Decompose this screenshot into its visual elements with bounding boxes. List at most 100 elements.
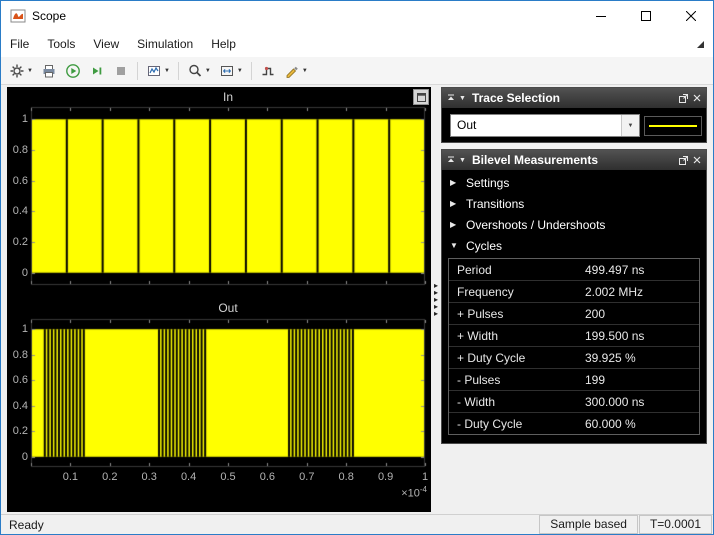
menu-tools[interactable]: Tools xyxy=(38,31,84,57)
table-row: - Width300.000 ns xyxy=(449,391,699,413)
trace-select-dropdown[interactable]: Out ▼ xyxy=(450,114,640,137)
panel-minimize-icon[interactable] xyxy=(447,94,455,102)
measurement-value: 499.497 ns xyxy=(585,263,699,277)
scope-plot-canvas[interactable] xyxy=(7,87,431,512)
measurement-value: 199.500 ns xyxy=(585,329,699,343)
section-cycles[interactable]: ▼ Cycles xyxy=(442,235,706,256)
stop-button[interactable] xyxy=(110,60,132,82)
menu-bar: File Tools View Simulation Help xyxy=(1,31,713,57)
measurement-label: Period xyxy=(449,263,585,277)
measurement-value: 300.000 ns xyxy=(585,395,699,409)
measurement-label: + Width xyxy=(449,329,585,343)
panel-undock-icon[interactable] xyxy=(679,94,688,103)
sim-time-indicator: T=0.0001 xyxy=(639,515,712,534)
trace-selection-header[interactable]: ▼ Trace Selection xyxy=(442,88,706,108)
x-mult-base: ×10 xyxy=(401,488,420,500)
scope-display: In Out 10.80.60.40.2010.80.60.40.200.10.… xyxy=(7,87,431,512)
minimize-button[interactable] xyxy=(578,1,623,31)
maximize-button[interactable] xyxy=(623,1,668,31)
splitter-arrow-icon: ▸ xyxy=(434,310,438,317)
caret-down-icon: ▼ xyxy=(302,68,308,74)
section-overshoots[interactable]: ▶ Overshoots / Undershoots xyxy=(442,214,706,235)
table-row: - Pulses199 xyxy=(449,369,699,391)
chevron-right-icon: ▶ xyxy=(450,220,459,229)
caret-down-icon: ▼ xyxy=(205,68,211,74)
panel-collapse-icon[interactable]: ▼ xyxy=(459,157,466,164)
scope-settings-button[interactable]: ▼ xyxy=(6,60,36,82)
section-label: Settings xyxy=(466,176,509,190)
plot-title-out: Out xyxy=(31,301,425,315)
table-row: Period499.497 ns xyxy=(449,259,699,281)
menu-view[interactable]: View xyxy=(84,31,128,57)
caret-down-icon: ▼ xyxy=(27,68,33,74)
zoom-button[interactable]: ▼ xyxy=(184,60,214,82)
table-row: Frequency2.002 MHz xyxy=(449,281,699,303)
measurement-value: 200 xyxy=(585,307,699,321)
panel-minimize-icon[interactable] xyxy=(447,156,455,164)
side-panels: ▼ Trace Selection Out ▼ xyxy=(441,87,707,450)
measurement-label: - Pulses xyxy=(449,373,585,387)
section-transitions[interactable]: ▶ Transitions xyxy=(442,193,706,214)
signal-display-button[interactable]: ▼ xyxy=(143,60,173,82)
trace-style-preview[interactable] xyxy=(644,116,702,136)
step-forward-button[interactable] xyxy=(86,60,108,82)
maximize-axes-button[interactable] xyxy=(413,89,429,105)
run-button[interactable] xyxy=(62,60,84,82)
close-button[interactable] xyxy=(668,1,713,31)
table-row: - Duty Cycle60.000 % xyxy=(449,413,699,434)
window-title: Scope xyxy=(32,9,66,23)
dropdown-arrow-icon: ▼ xyxy=(628,123,634,129)
table-row: + Duty Cycle39.925 % xyxy=(449,347,699,369)
bilevel-measurements-title: Bilevel Measurements xyxy=(472,153,598,167)
panel-collapse-icon[interactable]: ▼ xyxy=(459,95,466,102)
caret-down-icon: ▼ xyxy=(164,68,170,74)
bilevel-measurements-panel: ▼ Bilevel Measurements ▶ Settings ▶ xyxy=(441,149,707,444)
menu-simulation[interactable]: Simulation xyxy=(128,31,202,57)
panel-splitter[interactable]: ▸ ▸ ▸ ▸ ▸ xyxy=(431,85,441,514)
toolbar-separator xyxy=(137,62,138,80)
main-area: In Out 10.80.60.40.2010.80.60.40.200.10.… xyxy=(1,85,713,514)
measurements-button[interactable]: ▼ xyxy=(281,60,311,82)
x-axis-multiplier: ×10-4 xyxy=(401,485,427,500)
trace-selection-title: Trace Selection xyxy=(472,91,560,105)
measurement-label: - Width xyxy=(449,395,585,409)
fit-to-view-button[interactable]: ▼ xyxy=(216,60,246,82)
trace-selection-panel: ▼ Trace Selection Out ▼ xyxy=(441,87,707,143)
status-bar: Ready Sample based T=0.0001 xyxy=(1,514,713,534)
panel-close-icon[interactable] xyxy=(693,94,701,102)
selected-trace-value: Out xyxy=(451,115,621,136)
sample-mode-indicator: Sample based xyxy=(539,515,638,534)
measurements-sections: ▶ Settings ▶ Transitions ▶ Overshoots / … xyxy=(442,170,706,435)
scope-app-icon xyxy=(10,8,26,24)
measurement-label: Frequency xyxy=(449,285,585,299)
toolbar-separator xyxy=(251,62,252,80)
print-button[interactable] xyxy=(38,60,60,82)
toolbar: ▼ xyxy=(1,57,713,85)
panel-undock-icon[interactable] xyxy=(679,156,688,165)
dropdown-arrow-button[interactable]: ▼ xyxy=(621,115,639,136)
section-label: Cycles xyxy=(466,239,502,253)
table-row: + Pulses200 xyxy=(449,303,699,325)
plot-title-in: In xyxy=(31,90,425,104)
measurement-value: 60.000 % xyxy=(585,417,699,431)
trigger-button[interactable] xyxy=(257,60,279,82)
measurement-value: 199 xyxy=(585,373,699,387)
title-bar[interactable]: Scope xyxy=(1,1,713,31)
x-mult-exp: -4 xyxy=(420,485,427,494)
measurement-value: 39.925 % xyxy=(585,351,699,365)
measurement-label: + Duty Cycle xyxy=(449,351,585,365)
menu-file[interactable]: File xyxy=(1,31,38,57)
panel-close-icon[interactable] xyxy=(693,156,701,164)
measurement-label: + Pulses xyxy=(449,307,585,321)
bilevel-measurements-header[interactable]: ▼ Bilevel Measurements xyxy=(442,150,706,170)
trace-selection-body: Out ▼ xyxy=(442,108,706,142)
section-label: Overshoots / Undershoots xyxy=(466,218,605,232)
dock-arrow-icon[interactable] xyxy=(695,39,705,49)
chevron-right-icon: ▶ xyxy=(450,178,459,187)
menu-help[interactable]: Help xyxy=(202,31,245,57)
cycles-measurements-table: Period499.497 ns Frequency2.002 MHz + Pu… xyxy=(448,258,700,435)
scope-window: Scope File Tools View Simulation Help ▼ xyxy=(0,0,714,535)
measurement-label: - Duty Cycle xyxy=(449,417,585,431)
section-settings[interactable]: ▶ Settings xyxy=(442,172,706,193)
chevron-down-icon: ▼ xyxy=(450,241,459,250)
